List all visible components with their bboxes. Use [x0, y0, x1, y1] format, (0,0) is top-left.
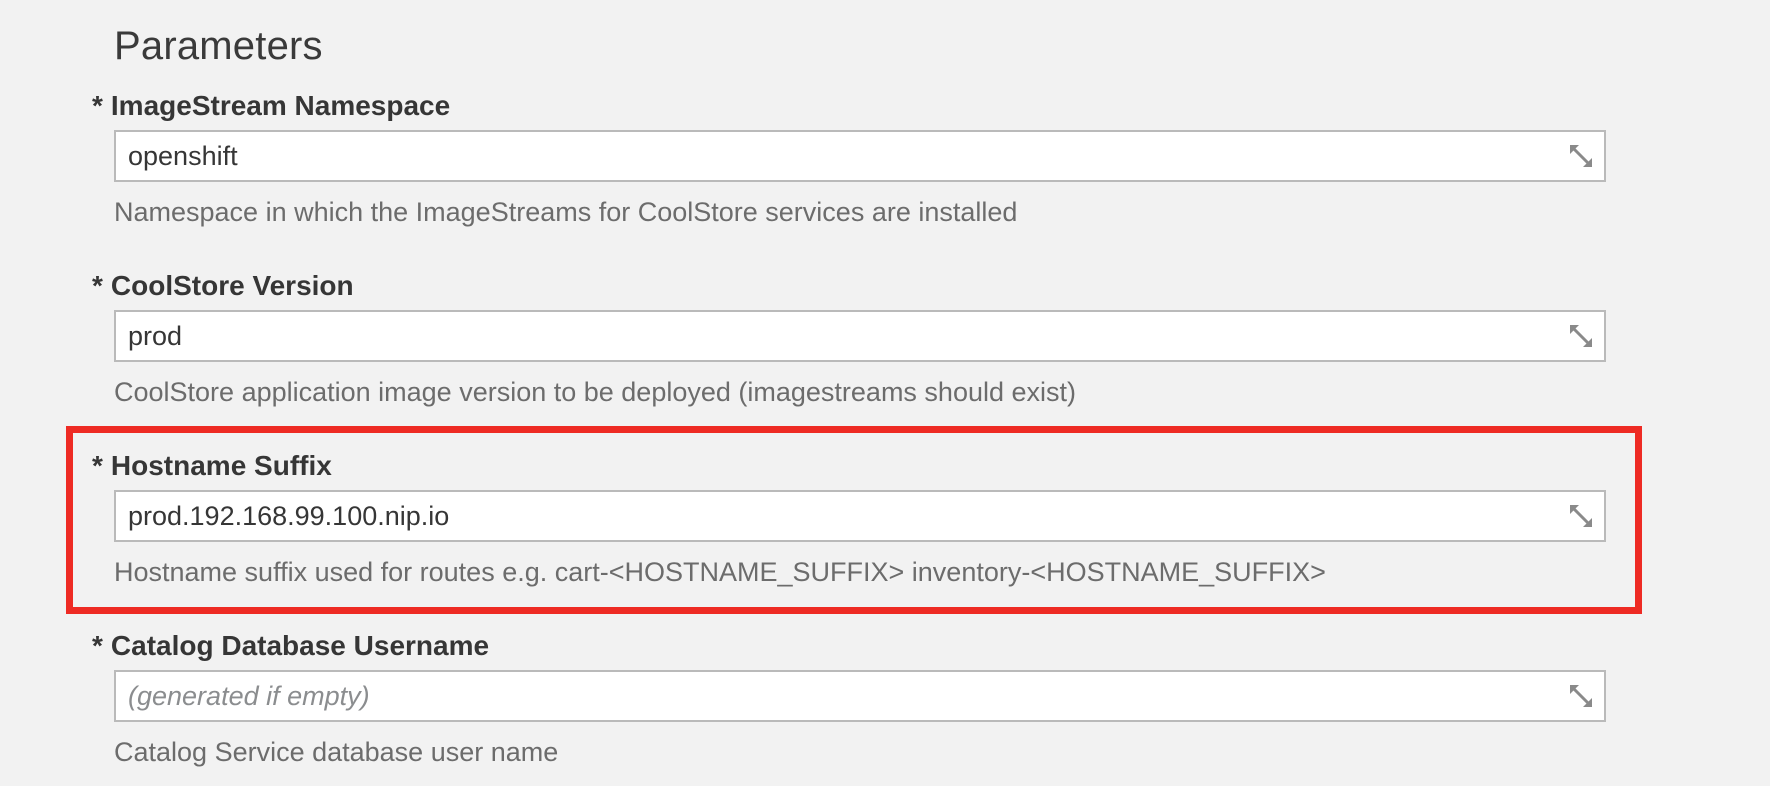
param-input-container: [114, 490, 1606, 542]
required-mark: *: [92, 270, 103, 301]
catalog-database-username-input[interactable]: [116, 672, 1536, 720]
expand-resize-icon[interactable]: [1566, 502, 1596, 530]
param-input-container: [114, 130, 1606, 182]
param-input-container: [114, 670, 1606, 722]
param-label: * Catalog Database Username: [92, 628, 489, 664]
required-mark: *: [92, 90, 103, 121]
imagestream-namespace-input[interactable]: [116, 132, 1536, 180]
param-label-text: Catalog Database Username: [110, 630, 490, 661]
required-mark: *: [92, 630, 103, 661]
required-mark: *: [92, 450, 103, 481]
param-help-text: Hostname suffix used for routes e.g. car…: [114, 557, 1326, 587]
hostname-suffix-input[interactable]: [116, 492, 1536, 540]
param-label-text: ImageStream Namespace: [110, 90, 451, 121]
param-label-text: CoolStore Version: [110, 270, 354, 301]
param-help-text: Namespace in which the ImageStreams for …: [114, 197, 1018, 227]
param-help-text: Catalog Service database user name: [114, 737, 559, 767]
param-label-text: Hostname Suffix: [110, 450, 332, 481]
param-label: * Hostname Suffix: [92, 448, 332, 484]
expand-resize-icon[interactable]: [1566, 682, 1596, 710]
param-label: * CoolStore Version: [92, 268, 354, 304]
param-help-text: CoolStore application image version to b…: [114, 377, 1077, 407]
expand-resize-icon[interactable]: [1566, 322, 1596, 350]
param-label: * ImageStream Namespace: [92, 88, 450, 124]
coolstore-version-input[interactable]: [116, 312, 1536, 360]
expand-resize-icon[interactable]: [1566, 142, 1596, 170]
section-title: Parameters: [114, 24, 323, 68]
param-input-container: [114, 310, 1606, 362]
